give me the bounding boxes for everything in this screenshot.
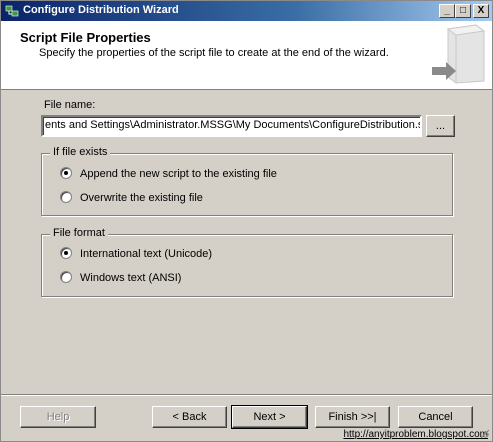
finish-button[interactable]: Finish >>| bbox=[315, 406, 390, 428]
page-title: Script File Properties bbox=[20, 30, 151, 45]
wizard-header: Script File Properties Specify the prope… bbox=[1, 21, 492, 90]
minimize-button[interactable]: _ bbox=[439, 4, 455, 18]
wizard-app-icon bbox=[5, 5, 19, 17]
radio-selected-dot bbox=[64, 171, 68, 175]
cancel-button[interactable]: Cancel bbox=[398, 406, 473, 428]
close-icon: X bbox=[477, 5, 485, 16]
window-title: Configure Distribution Wizard bbox=[23, 4, 179, 16]
append-radio-label[interactable]: Append the new script to the existing fi… bbox=[80, 168, 277, 180]
page-subtitle: Specify the properties of the script fil… bbox=[39, 47, 389, 59]
append-radio[interactable] bbox=[60, 167, 72, 179]
title-bar[interactable]: Configure Distribution Wizard _ □ X bbox=[1, 1, 492, 21]
help-button[interactable]: Help bbox=[20, 406, 96, 428]
overwrite-radio[interactable] bbox=[60, 191, 72, 203]
blog-url-watermark: http://anyitproblem.blogspot.com bbox=[343, 429, 488, 440]
close-button[interactable]: X bbox=[473, 4, 489, 18]
server-graphic-icon bbox=[432, 24, 486, 84]
maximize-icon: □ bbox=[459, 5, 467, 16]
back-button[interactable]: < Back bbox=[152, 406, 227, 428]
file-name-label: File name: bbox=[44, 99, 96, 111]
ansi-radio[interactable] bbox=[60, 271, 72, 283]
resize-grip-icon[interactable] bbox=[478, 427, 490, 439]
if-file-exists-legend: If file exists bbox=[50, 146, 111, 158]
radio-selected-dot bbox=[64, 251, 68, 255]
wizard-window: Configure Distribution Wizard _ □ X Scri… bbox=[0, 0, 493, 442]
next-button[interactable]: Next > bbox=[231, 405, 308, 429]
file-format-group: File format bbox=[41, 227, 453, 297]
overwrite-radio-label[interactable]: Overwrite the existing file bbox=[80, 192, 203, 204]
file-format-legend: File format bbox=[50, 227, 108, 239]
unicode-radio-label[interactable]: International text (Unicode) bbox=[80, 248, 212, 260]
unicode-radio[interactable] bbox=[60, 247, 72, 259]
maximize-button[interactable]: □ bbox=[455, 4, 471, 18]
ansi-radio-label[interactable]: Windows text (ANSI) bbox=[80, 272, 181, 284]
if-file-exists-group: If file exists bbox=[41, 146, 453, 216]
minimize-icon: _ bbox=[444, 5, 450, 16]
browse-button[interactable]: ... bbox=[426, 115, 455, 137]
file-name-input[interactable]: ents and Settings\Administrator.MSSG\My … bbox=[41, 115, 422, 137]
bottom-divider bbox=[1, 394, 492, 396]
